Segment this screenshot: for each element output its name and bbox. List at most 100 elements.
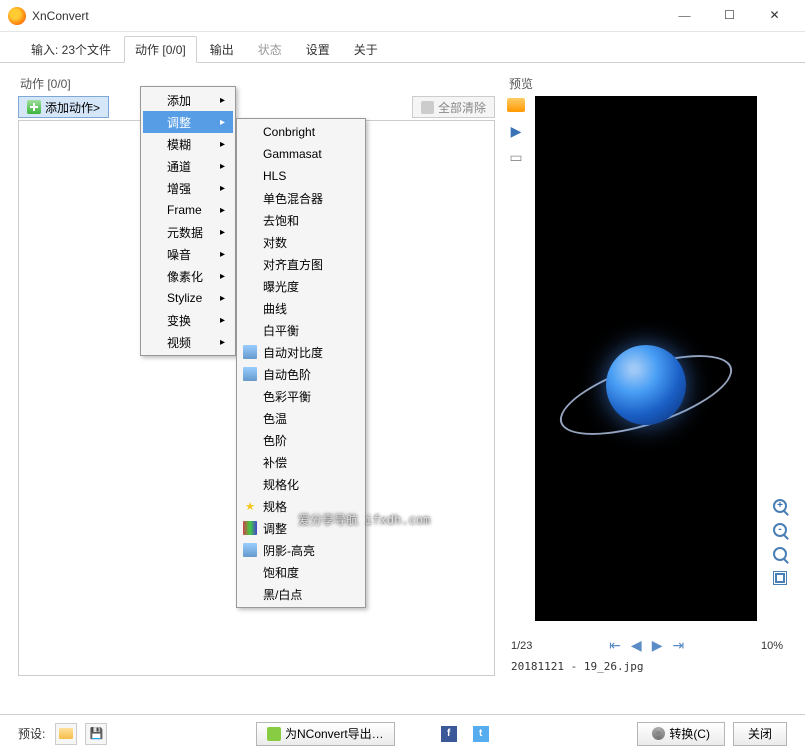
menu-adjust-item[interactable]: 饱和度 — [239, 561, 363, 583]
plus-icon — [27, 100, 41, 114]
doc-icon[interactable]: ▭ — [507, 148, 525, 166]
menu-item-label: HLS — [263, 169, 286, 183]
folder-icon — [59, 728, 73, 739]
main-tabs: 输入: 23个文件 动作 [0/0] 输出 状态 设置 关于 — [0, 32, 805, 63]
menu-category-item[interactable]: 调整▸ — [143, 111, 233, 133]
zoom-in-icon[interactable]: + — [771, 497, 789, 515]
close-window-button[interactable]: ✕ — [752, 2, 797, 30]
tab-status[interactable]: 状态 — [247, 36, 293, 62]
tab-about[interactable]: 关于 — [343, 36, 389, 62]
menu-category-item[interactable]: 增强▸ — [143, 177, 233, 199]
clear-all-button[interactable]: 全部清除 — [412, 96, 495, 118]
menu-adjust-item[interactable]: 去饱和 — [239, 209, 363, 231]
menu-category-item[interactable]: 元数据▸ — [143, 221, 233, 243]
preview-image[interactable] — [535, 96, 757, 621]
zoom-out-icon[interactable]: - — [771, 521, 789, 539]
menu-adjust-item[interactable]: HLS — [239, 165, 363, 187]
menu-item-label: 阴影-高亮 — [263, 542, 315, 559]
menu-category-item[interactable]: 变换▸ — [143, 309, 233, 331]
menu-item-label: 视频 — [167, 334, 191, 351]
menu-adjust-item[interactable]: 对齐直方图 — [239, 253, 363, 275]
tab-settings[interactable]: 设置 — [295, 36, 341, 62]
preview-zoom: 10% — [761, 640, 783, 652]
tab-actions[interactable]: 动作 [0/0] — [124, 36, 197, 63]
menu-item-label: 模糊 — [167, 136, 191, 153]
menu-item-label: 规格 — [263, 498, 287, 515]
menu-adjust-item[interactable]: 黑/白点 — [239, 583, 363, 605]
preview-area: ▶ ▭ + - — [507, 96, 787, 631]
app-icon — [8, 7, 26, 25]
menu-category-item[interactable]: 添加▸ — [143, 89, 233, 111]
menu-adjust-item[interactable]: 对数 — [239, 231, 363, 253]
submenu-arrow-icon: ▸ — [220, 95, 225, 106]
menu-item-label: 元数据 — [167, 224, 203, 241]
menu-adjust-item[interactable]: 单色混合器 — [239, 187, 363, 209]
menu-item-label: 对齐直方图 — [263, 256, 323, 273]
menu-item-label: 黑/白点 — [263, 586, 302, 603]
zoom-fit-icon[interactable] — [771, 545, 789, 563]
menu-item-label: Stylize — [167, 291, 202, 305]
submenu-arrow-icon: ▸ — [220, 293, 225, 304]
preset-save-button[interactable]: 💾 — [85, 723, 107, 745]
nav-next-icon[interactable]: ▶ — [652, 637, 663, 654]
preview-info-row: 1/23 ⇤ ◀ ▶ ⇥ 10% — [507, 631, 787, 660]
menu-category-item[interactable]: 像素化▸ — [143, 265, 233, 287]
star-icon — [243, 499, 257, 513]
menu-item-label: 曲线 — [263, 300, 287, 317]
convert-button[interactable]: 转换(C) — [637, 722, 725, 746]
menu-item-label: 色阶 — [263, 432, 287, 449]
menu-category-item[interactable]: Stylize ▸ — [143, 287, 233, 309]
preset-label: 预设: — [18, 725, 45, 742]
preview-filename: 20181121 - 19_26.jpg — [507, 660, 787, 673]
menu-adjust-item[interactable]: 曝光度 — [239, 275, 363, 297]
menu-adjust-item[interactable]: Conbright — [239, 121, 363, 143]
tab-output[interactable]: 输出 — [199, 36, 245, 62]
play-icon[interactable]: ▶ — [507, 122, 525, 140]
preview-label: 预览 — [507, 75, 787, 92]
menu-category-item[interactable]: 噪音▸ — [143, 243, 233, 265]
export-nconvert-button[interactable]: 为NConvert导出… — [256, 722, 395, 746]
menu-item-label: Conbright — [263, 125, 315, 139]
menu-adjust-item[interactable]: 规格化 — [239, 473, 363, 495]
bottom-bar: 预设: 💾 为NConvert导出… f t 转换(C) 关闭 — [0, 714, 805, 752]
submenu-arrow-icon: ▸ — [220, 117, 225, 128]
menu-adjust-item[interactable]: 色阶 — [239, 429, 363, 451]
add-action-button[interactable]: 添加动作> — [18, 96, 109, 118]
menu-adjust-item[interactable]: 白平衡 — [239, 319, 363, 341]
menu-adjust-item[interactable]: 阴影-高亮 — [239, 539, 363, 561]
nav-last-icon[interactable]: ⇥ — [672, 637, 684, 654]
maximize-button[interactable]: ☐ — [707, 2, 752, 30]
menu-item-label: 白平衡 — [263, 322, 299, 339]
twitter-icon[interactable]: t — [473, 726, 489, 742]
menu-category-item[interactable]: Frame▸ — [143, 199, 233, 221]
menu-adjust-item[interactable]: 补偿 — [239, 451, 363, 473]
menu-item-label: 对数 — [263, 234, 287, 251]
close-button[interactable]: 关闭 — [733, 722, 787, 746]
menu-adjust-item[interactable]: 色彩平衡 — [239, 385, 363, 407]
preset-open-button[interactable] — [55, 723, 77, 745]
menu-adjust-item[interactable]: 自动对比度 — [239, 341, 363, 363]
menu-adjust-item[interactable]: Gammasat — [239, 143, 363, 165]
tab-input[interactable]: 输入: 23个文件 — [20, 36, 122, 62]
fullscreen-icon[interactable] — [771, 569, 789, 587]
menu-adjust-item[interactable]: 色温 — [239, 407, 363, 429]
minimize-button[interactable]: — — [662, 2, 707, 30]
nav-prev-icon[interactable]: ◀ — [631, 637, 642, 654]
facebook-icon[interactable]: f — [441, 726, 457, 742]
menu-item-label: 去饱和 — [263, 212, 299, 229]
nav-first-icon[interactable]: ⇤ — [609, 637, 621, 654]
menu-item-label: 色彩平衡 — [263, 388, 311, 405]
convert-label: 转换(C) — [669, 725, 710, 742]
submenu-arrow-icon: ▸ — [220, 337, 225, 348]
menu-category-item[interactable]: 通道▸ — [143, 155, 233, 177]
preview-nav: ⇤ ◀ ▶ ⇥ — [609, 637, 684, 654]
menu-adjust-item[interactable]: 自动色阶 — [239, 363, 363, 385]
menu-item-label: 自动对比度 — [263, 344, 323, 361]
preview-thumb-icon[interactable] — [507, 96, 525, 114]
submenu-arrow-icon: ▸ — [220, 161, 225, 172]
window-buttons: — ☐ ✕ — [662, 2, 797, 30]
menu-category-item[interactable]: 模糊▸ — [143, 133, 233, 155]
menu-category-item[interactable]: 视频 ▸ — [143, 331, 233, 353]
submenu-arrow-icon: ▸ — [220, 205, 225, 216]
menu-adjust-item[interactable]: 曲线 — [239, 297, 363, 319]
